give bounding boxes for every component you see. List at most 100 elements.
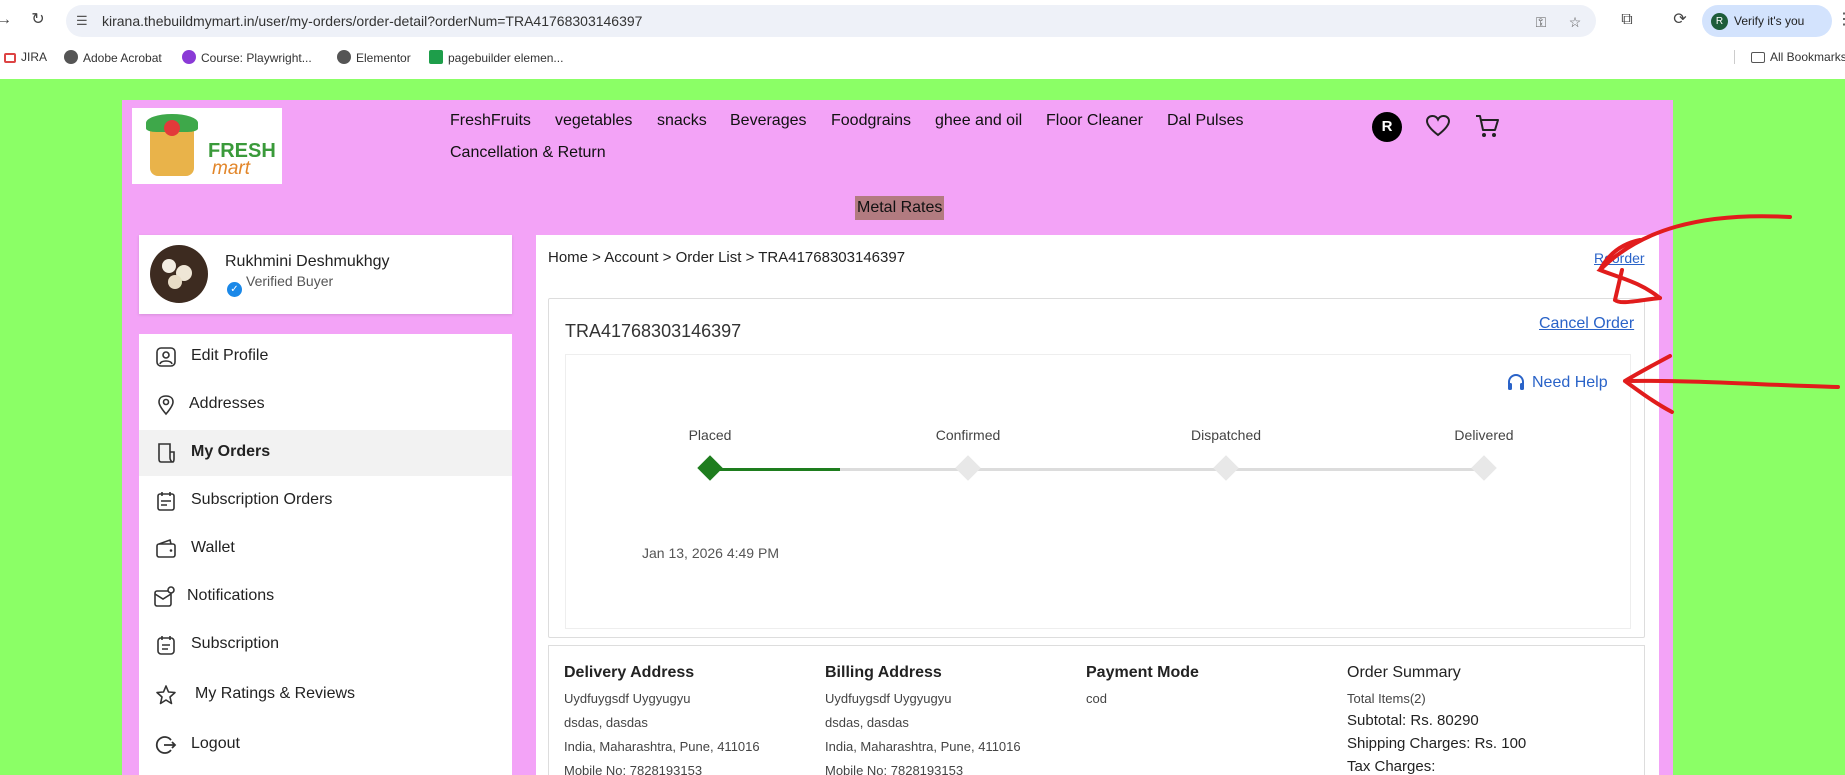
account-sidebar: Edit Profile Addresses My Orders Subscri… [139,334,512,775]
sidebar-item-wallet[interactable]: Wallet [139,526,512,572]
sidebar-item-ratings-reviews[interactable]: My Ratings & Reviews [139,672,512,718]
order-info-grid: Delivery Address Uydfuygsdf Uygyugyu dsd… [548,645,1645,775]
bookmark-elementor[interactable]: Elementor [337,50,411,65]
bookmark-star-icon[interactable]: ☆ [1566,13,1584,31]
verified-badge-icon: ✓ [227,282,242,297]
account-avatar[interactable]: R [1372,112,1402,142]
address-row: → ↻ ☰ kirana.thebuildmymart.in/user/my-o… [0,0,1845,42]
menu-foodgrains[interactable]: Foodgrains [831,112,911,130]
sidebar-item-edit-profile[interactable]: Edit Profile [139,334,512,380]
menu-dal-pulses[interactable]: Dal Pulses [1167,112,1243,130]
delivery-line1: dsdas, dasdas [564,715,648,730]
folder-icon [1751,52,1765,63]
orders-icon [158,443,175,463]
page-panel: FRESH mart FreshFruits vegetables snacks… [122,100,1673,775]
site-logo[interactable]: FRESH mart [132,108,282,184]
order-detail-panel: Home > Account > Order List > TRA4176830… [536,235,1659,775]
menu-snacks[interactable]: snacks [657,112,707,130]
delivery-address: Delivery Address Uydfuygsdf Uygyugyu dsd… [564,664,760,775]
bookmark-jira[interactable]: JIRA [4,50,47,64]
subscription-icon [157,636,175,655]
address-bar[interactable]: ☰ kirana.thebuildmymart.in/user/my-order… [66,5,1596,37]
cart-icon[interactable] [1474,113,1500,139]
stage-label-confirmed: Confirmed [935,427,1001,443]
stage-label-delivered: Delivered [1454,427,1514,443]
sidebar-item-label: My Ratings & Reviews [195,685,356,702]
sidebar-item-subscription-orders[interactable]: Subscription Orders [139,478,512,524]
sidebar-item-logout[interactable]: Logout [139,722,512,768]
reload-icon[interactable]: ↻ [28,10,48,30]
billing-line2: India, Maharashtra, Pune, 411016 [825,739,1021,754]
metal-rates-link[interactable]: Metal Rates [855,196,945,220]
verify-label: Verify it's you [1734,14,1805,28]
sidebar-item-label: My Orders [191,443,271,460]
menu-ghee-and-oil[interactable]: ghee and oil [935,112,1022,130]
menu-freshfruits[interactable]: FreshFruits [450,112,531,130]
verify-identity-button[interactable]: R Verify it's you [1702,5,1832,37]
all-bookmarks[interactable]: All Bookmarks [1734,50,1845,64]
calendar-icon [157,492,175,511]
summary-tax: Tax Charges: [1347,758,1436,775]
stage-marker-dispatched [1213,455,1239,481]
sidebar-item-addresses[interactable]: Addresses [139,382,512,428]
cancel-order-link[interactable]: Cancel Order [1539,315,1634,333]
reorder-link[interactable]: Reorder [1594,250,1645,266]
verified-status: ✓Verified Buyer [227,273,333,297]
order-summary-title: Order Summary [1347,664,1461,681]
sidebar-item-label: Notifications [187,587,275,604]
billing-name: Uydfuygsdf Uygyugyu [825,691,952,706]
wallet-icon [156,538,176,558]
url-text[interactable]: kirana.thebuildmymart.in/user/my-orders/… [102,13,642,29]
stage-marker-placed [697,455,723,481]
menu-vegetables[interactable]: vegetables [555,112,632,130]
performance-icon[interactable]: ⟳ [1670,10,1690,30]
sidebar-item-label: Wallet [191,539,235,556]
billing-line1: dsdas, dasdas [825,715,909,730]
menu-floor-cleaner[interactable]: Floor Cleaner [1046,112,1143,130]
bookmark-adobe[interactable]: Adobe Acrobat [64,50,162,65]
order-summary: Order Summary Total Items(2) Subtotal: R… [1347,664,1526,775]
breadcrumb[interactable]: Home > Account > Order List > TRA4176830… [548,249,905,266]
logo-fruit [164,120,180,136]
sidebar-item-subscription[interactable]: Subscription [139,622,512,668]
stage-label-placed: Placed [688,427,732,443]
menu-beverages[interactable]: Beverages [730,112,807,130]
wishlist-heart-icon[interactable] [1425,114,1451,138]
user-profile-card: Rukhmini Deshmukhgy ✓Verified Buyer [139,235,512,314]
password-key-icon[interactable]: ⚿ [1532,13,1550,31]
order-number: TRA41768303146397 [565,321,742,341]
delivery-mobile: Mobile No: 7828193153 [564,763,703,775]
need-help-button[interactable]: Need Help [1506,372,1608,392]
location-icon [158,395,174,416]
forward-icon[interactable]: → [0,10,14,30]
sidebar-item-notifications[interactable]: Notifications [139,574,512,620]
stage-marker-delivered [1471,455,1497,481]
browser-menu-icon[interactable]: ⋮ [1834,10,1845,30]
bookmark-course[interactable]: Course: Playwright... [182,50,312,65]
extensions-icon[interactable]: ⧉ [1617,10,1637,30]
sidebar-item-label: Edit Profile [191,347,269,364]
placed-date: Jan 13, 2026 4:49 PM [642,545,779,561]
notification-icon [154,586,175,607]
sidebar-item-label: Addresses [189,395,265,412]
order-tracker: Need Help Placed Confirmed Dispatched De… [565,354,1631,629]
payment-mode-value: cod [1086,691,1107,706]
user-name: Rukhmini Deshmukhgy [225,253,390,270]
summary-total-items: Total Items(2) [1347,691,1426,706]
payment-mode: Payment Mode cod [1086,664,1199,706]
profile-avatar-icon: R [1711,13,1728,30]
sidebar-item-my-orders[interactable]: My Orders [139,430,512,476]
site-info-icon[interactable]: ☰ [76,13,92,29]
delivery-address-title: Delivery Address [564,664,695,681]
headset-icon [1508,374,1524,390]
globe-icon [337,50,351,64]
order-card: TRA41768303146397 Cancel Order Need Help… [548,298,1645,638]
sidebar-item-label: Subscription [191,635,280,652]
gmail-icon [4,53,16,63]
stage-marker-confirmed [955,455,981,481]
menu-cancellation-return[interactable]: Cancellation & Return [450,144,606,162]
globe-icon [64,50,78,64]
logo-text-mart: mart [212,158,250,179]
track-progress [710,468,840,471]
bookmark-pagebuilder[interactable]: pagebuilder elemen... [429,50,563,65]
